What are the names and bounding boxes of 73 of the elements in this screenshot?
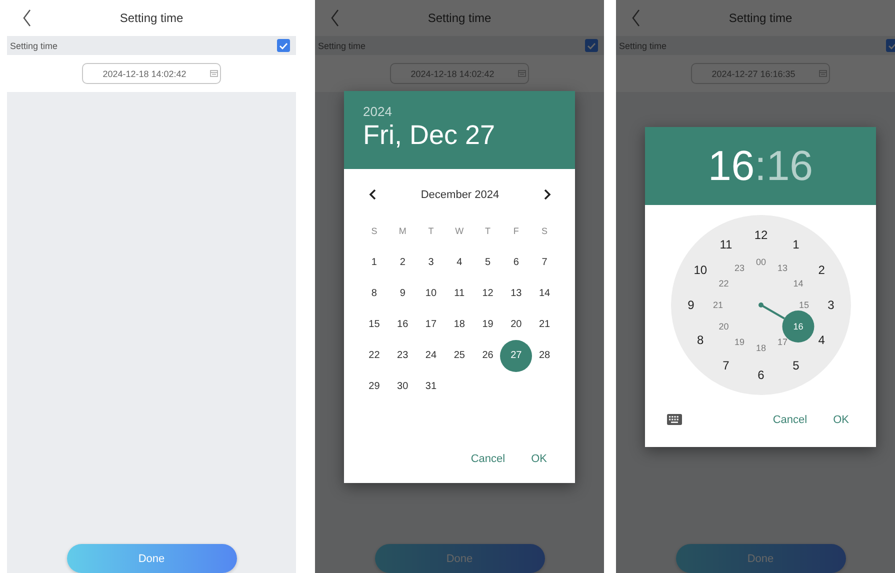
checkbox[interactable] [585,39,598,52]
time-separator: : [754,142,766,190]
dial-number[interactable]: 10 [693,262,707,276]
dial-number[interactable]: 7 [722,358,729,372]
dial-number[interactable]: 6 [757,368,764,382]
calendar-icon [518,70,526,77]
weekday-label: S [370,225,378,238]
calendar-day[interactable]: 6 [500,246,532,278]
weekday-label: S [540,225,549,238]
calendar-day[interactable]: 25 [444,340,475,370]
dial-number[interactable]: 18 [756,342,766,352]
calendar-day[interactable]: 11 [444,278,475,308]
keyboard-icon[interactable] [667,414,682,425]
dial-number[interactable]: 13 [777,262,787,272]
weekday-label: T [427,225,435,238]
dial-number[interactable]: 5 [792,358,799,372]
date-time-field[interactable]: 2024-12-18 14:02:42 [82,63,221,84]
back-icon[interactable] [22,9,32,27]
calendar-day[interactable]: 15 [358,308,390,340]
dial-number[interactable]: 23 [734,262,744,272]
dial-number[interactable]: 00 [756,256,766,266]
weekday-label: M [398,225,408,238]
dial-number[interactable]: 1 [792,236,799,251]
calendar-icon [819,70,828,77]
month-label: December 2024 [420,188,500,200]
selected-date: Fri, Dec 27 [363,120,496,150]
calendar-day[interactable]: 18 [444,308,475,340]
calendar-day[interactable]: 20 [500,308,532,340]
cancel-button[interactable]: Cancel [764,404,816,434]
setting-label: Setting time [619,40,667,50]
dial-number[interactable]: 3 [827,298,834,312]
calendar-day[interactable]: 5 [472,246,504,278]
calendar-day[interactable]: 14 [529,278,560,308]
setting-label: Setting time [318,40,366,50]
calendar-day[interactable]: 8 [358,278,390,308]
calendar-day[interactable]: 21 [529,308,560,340]
dial-number[interactable]: 15 [798,300,808,310]
ok-button[interactable]: OK [523,444,555,474]
dial-number[interactable]: 9 [687,298,694,312]
checkbox[interactable] [277,39,290,52]
dial-number[interactable]: 19 [734,336,744,347]
chevron-left-icon[interactable] [369,189,376,200]
dial-number[interactable]: 8 [696,332,704,346]
calendar-day[interactable]: 27 [500,340,532,372]
calendar-day[interactable]: 22 [358,340,390,370]
calendar-icon [210,70,218,77]
calendar-day[interactable]: 13 [500,278,532,308]
calendar-day[interactable]: 7 [529,246,560,278]
ok-button[interactable]: OK [825,404,857,434]
weekday-label: T [484,225,492,238]
calendar-day[interactable]: 29 [358,370,390,402]
dial-number[interactable]: 11 [719,236,732,251]
dial-number[interactable]: 20 [718,321,728,331]
dial-number[interactable]: 4 [818,332,824,346]
clock-hand[interactable] [758,302,784,319]
weekday-label: F [512,225,520,238]
chevron-right-icon[interactable] [544,189,551,200]
weekday-label: W [454,225,465,238]
screen-title: Setting time [120,11,184,25]
calendar-day[interactable]: 1 [358,246,390,278]
calendar-day[interactable]: 12 [472,278,504,308]
cancel-button[interactable]: Cancel [462,444,514,474]
dial-number[interactable]: 22 [718,278,728,288]
setting-label: Setting time [10,40,58,50]
screen-title: Setting time [428,11,492,25]
dial-number[interactable]: 21 [712,300,722,310]
dial-number[interactable]: 2 [818,262,824,276]
calendar-day[interactable]: 19 [472,308,504,340]
calendar-day[interactable]: 4 [444,246,475,278]
dial-number[interactable]: 12 [754,228,768,242]
screen-title: Setting time [728,11,792,25]
hour-display[interactable]: 16 [708,142,755,190]
dial-number[interactable]: 14 [792,278,803,288]
